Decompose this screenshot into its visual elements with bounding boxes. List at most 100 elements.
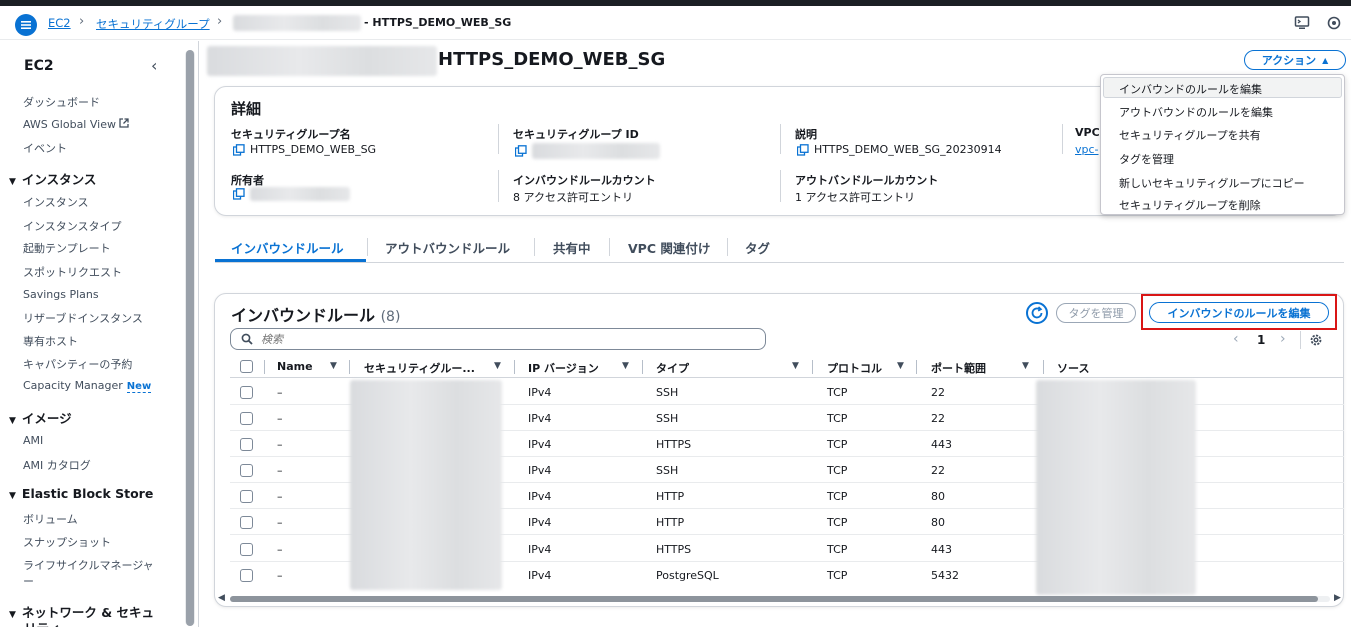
breadcrumb-security-groups[interactable]: セキュリティグループ <box>96 16 210 32</box>
tab-inbound-rules[interactable]: インバウンドルール <box>231 238 344 257</box>
breadcrumb-ec2[interactable]: EC2 <box>48 16 71 30</box>
column-divider <box>498 170 499 202</box>
sidebar-section-instances[interactable]: ▼ インスタンス <box>9 169 96 188</box>
row-checkbox[interactable] <box>240 464 253 477</box>
column-header-port-range[interactable]: ポート範囲 <box>931 360 986 376</box>
prev-page-icon[interactable]: ‹ <box>1233 331 1239 347</box>
search-field[interactable] <box>230 328 766 350</box>
manage-tags-button[interactable]: タグを管理 <box>1056 303 1136 323</box>
sidebar-item-lifecycle-manager[interactable]: ライフサイクルマネージャ <box>23 557 154 573</box>
copy-icon[interactable] <box>233 188 245 200</box>
actions-button[interactable]: アクション ▲ <box>1244 50 1346 70</box>
row-checkbox[interactable] <box>240 412 253 425</box>
menu-item-copy-sg[interactable]: 新しいセキュリティグループにコピー <box>1119 175 1305 191</box>
horizontal-scrollbar[interactable]: ◀ ▶ <box>218 593 1342 605</box>
row-checkbox[interactable] <box>240 543 253 556</box>
sort-icon[interactable]: ▼ <box>792 361 799 371</box>
redacted-sg-rule-column <box>350 380 502 590</box>
sidebar-item-ami[interactable]: AMI <box>23 434 43 447</box>
cloudshell-icon[interactable] <box>1294 15 1310 31</box>
sidebar-item-reserved-instances[interactable]: リザーブドインスタンス <box>23 310 143 326</box>
sidebar-item-capacity-reservations[interactable]: キャパシティーの予約 <box>23 356 132 372</box>
page-number[interactable]: 1 <box>1257 333 1265 347</box>
next-page-icon[interactable]: › <box>1280 331 1286 347</box>
sidebar-item-lifecycle-manager-cont[interactable]: ー <box>23 573 34 589</box>
sort-icon[interactable]: ▼ <box>622 361 629 371</box>
menu-item-edit-outbound[interactable]: アウトバウンドのルールを編集 <box>1119 104 1273 120</box>
tab-tags[interactable]: タグ <box>745 238 770 257</box>
hamburger-icon[interactable] <box>15 14 37 36</box>
copy-icon[interactable] <box>797 143 809 156</box>
chevron-left-icon[interactable]: ‹ <box>151 56 157 75</box>
cell-ip-version: IPv4 <box>528 438 552 451</box>
sidebar-item-capacity-manager[interactable]: Capacity Manager New <box>23 379 152 393</box>
column-divider <box>916 360 917 374</box>
sidebar-item-events[interactable]: イベント <box>23 140 67 156</box>
select-all-checkbox[interactable] <box>240 360 253 373</box>
sort-icon[interactable]: ▼ <box>897 361 904 371</box>
column-header-name[interactable]: Name <box>277 360 313 373</box>
cell-ip-version: IPv4 <box>528 543 552 556</box>
gear-icon[interactable] <box>1309 333 1323 347</box>
sidebar-scrollbar-thumb[interactable] <box>186 50 194 626</box>
active-tab-indicator <box>215 259 366 262</box>
row-checkbox[interactable] <box>240 386 253 399</box>
scrollbar-thumb[interactable] <box>230 596 1318 602</box>
column-header-sg-rule[interactable]: セキュリティグルー... <box>364 360 475 376</box>
menu-item-delete-sg[interactable]: セキュリティグループを削除 <box>1119 197 1261 213</box>
tab-outbound-rules[interactable]: アウトバウンドルール <box>385 238 510 257</box>
search-input[interactable] <box>261 332 741 346</box>
refresh-icon[interactable] <box>1026 302 1048 324</box>
cell-port: 22 <box>931 464 945 477</box>
cell-port: 80 <box>931 490 945 503</box>
settings-icon[interactable] <box>1326 15 1342 31</box>
menu-item-edit-inbound[interactable]: インバウンドのルールを編集 <box>1119 81 1262 97</box>
column-header-ip-version[interactable]: IP バージョン <box>528 360 599 376</box>
sort-icon[interactable]: ▼ <box>494 361 501 371</box>
sidebar-section-ebs[interactable]: ▼ Elastic Block Store <box>9 486 153 501</box>
tab-baseline <box>215 262 1344 263</box>
sidebar-item-ami-catalog[interactable]: AMI カタログ <box>23 457 91 473</box>
column-divider <box>514 360 515 374</box>
sort-icon[interactable]: ▼ <box>1022 361 1029 371</box>
sidebar-item-spot-requests[interactable]: スポットリクエスト <box>23 264 122 280</box>
vpc-link[interactable]: vpc- <box>1075 143 1099 156</box>
sidebar-item-instance-types[interactable]: インスタンスタイプ <box>23 218 122 234</box>
sidebar-item-snapshots[interactable]: スナップショット <box>23 534 111 550</box>
row-checkbox[interactable] <box>240 490 253 503</box>
edit-inbound-rules-button[interactable]: インバウンドのルールを編集 <box>1149 302 1329 323</box>
row-checkbox[interactable] <box>240 516 253 529</box>
sidebar-scrollbar[interactable] <box>185 50 195 626</box>
menu-item-manage-tags[interactable]: タグを管理 <box>1119 151 1174 167</box>
scroll-left-icon[interactable]: ◀ <box>218 593 225 603</box>
sidebar-item-dashboard[interactable]: ダッシュボード <box>23 94 100 110</box>
breadcrumb-separator: › <box>79 14 85 29</box>
sidebar-item-launch-templates[interactable]: 起動テンプレート <box>23 240 111 256</box>
column-header-source[interactable]: ソース <box>1057 360 1089 376</box>
sort-icon[interactable]: ▼ <box>330 361 337 371</box>
sidebar-section-network-security-cont[interactable]: リティ <box>24 618 61 627</box>
scroll-right-icon[interactable]: ▶ <box>1334 593 1341 603</box>
column-divider <box>1062 124 1063 154</box>
row-checkbox[interactable] <box>240 569 253 582</box>
sidebar-item-savings-plans[interactable]: Savings Plans <box>23 288 99 301</box>
cell-ip-version: IPv4 <box>528 516 552 529</box>
column-header-protocol[interactable]: プロトコル <box>827 360 882 376</box>
sidebar-item-instances[interactable]: インスタンス <box>23 194 89 210</box>
copy-icon[interactable] <box>233 143 245 156</box>
menu-item-share-sg[interactable]: セキュリティグループを共有 <box>1119 127 1261 143</box>
sidebar-item-dedicated-hosts[interactable]: 専有ホスト <box>23 333 78 349</box>
tab-vpc-associations[interactable]: VPC 関連付け <box>628 238 710 257</box>
breadcrumb-separator: › <box>217 14 223 29</box>
copy-icon[interactable] <box>515 145 527 157</box>
row-checkbox[interactable] <box>240 438 253 451</box>
sidebar-item-global-view[interactable]: AWS Global View <box>23 118 130 131</box>
sidebar-item-volumes[interactable]: ボリューム <box>23 511 78 527</box>
sidebar-section-images[interactable]: ▼ イメージ <box>9 408 72 427</box>
cell-name: – <box>277 386 283 399</box>
cell-protocol: TCP <box>827 543 848 556</box>
vpc-label: VPC <box>1075 126 1100 139</box>
search-icon <box>241 333 253 345</box>
column-header-type[interactable]: タイプ <box>656 360 689 376</box>
tab-sharing[interactable]: 共有中 <box>553 238 591 257</box>
